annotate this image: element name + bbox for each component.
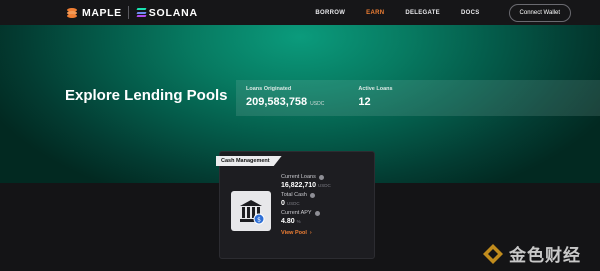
bank-icon: $ bbox=[231, 191, 271, 231]
nav-borrow[interactable]: BORROW bbox=[315, 10, 345, 16]
info-icon[interactable] bbox=[310, 192, 315, 198]
pool-info: Current Loans 16,822,710 USDC Total Cash … bbox=[281, 174, 331, 236]
current-apy-value: 4.80 bbox=[281, 218, 295, 225]
stat-active-loans: Active Loans 12 bbox=[358, 86, 392, 110]
stats-panel: Loans Originated 209,583,758 USDC Active … bbox=[236, 80, 600, 116]
current-apy-label: Current APY bbox=[281, 210, 312, 216]
total-cash-value: 0 bbox=[281, 200, 285, 207]
watermark: 金色财经 bbox=[482, 241, 581, 266]
unit-label: USDC bbox=[310, 101, 325, 107]
active-loans-value: 12 bbox=[358, 96, 371, 108]
nav-docs[interactable]: DOCS bbox=[461, 10, 480, 16]
unit-label: USDC bbox=[286, 201, 300, 206]
info-icon[interactable] bbox=[318, 174, 324, 180]
solana-logo-icon bbox=[136, 8, 147, 17]
page-title: Explore Lending Pools bbox=[65, 87, 228, 104]
nav-delegate[interactable]: DELEGATE bbox=[405, 10, 440, 16]
unit-label: USDC bbox=[318, 183, 331, 188]
nav-earn[interactable]: EARN bbox=[366, 10, 384, 16]
info-label: Total Cash bbox=[281, 192, 331, 198]
unit-label: % bbox=[296, 219, 301, 224]
brand[interactable]: MAPLE bbox=[66, 7, 122, 19]
brand-name: MAPLE bbox=[82, 6, 122, 19]
info-value: 4.80% bbox=[281, 218, 331, 225]
view-pool-link[interactable]: View Pool › bbox=[281, 230, 331, 236]
watermark-logo-icon bbox=[483, 243, 503, 264]
total-cash-row: Total Cash 0 USDC bbox=[281, 192, 331, 207]
maple-logo-icon bbox=[66, 7, 78, 19]
info-label: Current Loans bbox=[281, 174, 331, 180]
view-pool-label: View Pool bbox=[281, 230, 307, 236]
pool-category-tag: Cash Management bbox=[216, 156, 282, 166]
current-loans-row: Current Loans 16,822,710 USDC bbox=[281, 174, 331, 189]
info-icon[interactable] bbox=[314, 210, 320, 216]
chevron-right-icon: › bbox=[309, 230, 312, 236]
connect-wallet-button[interactable]: Connect Wallet bbox=[508, 3, 571, 22]
stat-value: 209,583,758 USDC bbox=[246, 96, 324, 108]
stat-label: Active Loans bbox=[358, 86, 393, 92]
total-cash-label: Total Cash bbox=[281, 192, 307, 198]
current-loans-label: Current Loans bbox=[281, 174, 316, 180]
stat-loans-originated: Loans Originated 209,583,758 USDC bbox=[246, 86, 324, 110]
pool-card[interactable]: Cash Management $ Current Loans 16,822,7… bbox=[216, 151, 375, 259]
network-name: SOLANA bbox=[148, 6, 198, 19]
loans-originated-value: 209,583,758 bbox=[246, 96, 308, 108]
info-label: Current APY bbox=[281, 210, 331, 216]
watermark-text: 金色财经 bbox=[509, 246, 581, 266]
current-apy-row: Current APY 4.80% bbox=[281, 210, 331, 225]
info-value: 16,822,710 USDC bbox=[281, 182, 331, 189]
current-loans-value: 16,822,710 bbox=[281, 182, 317, 189]
brand-divider bbox=[127, 6, 129, 19]
main-nav: BORROW EARN DELEGATE DOCS bbox=[315, 10, 479, 16]
svg-text:$: $ bbox=[257, 217, 261, 224]
stat-label: Loans Originated bbox=[246, 86, 292, 92]
info-value: 0 USDC bbox=[281, 200, 331, 207]
top-navigation-bar: MAPLE SOLANA BORROW EARN DELEGATE DOCS C… bbox=[0, 0, 600, 25]
